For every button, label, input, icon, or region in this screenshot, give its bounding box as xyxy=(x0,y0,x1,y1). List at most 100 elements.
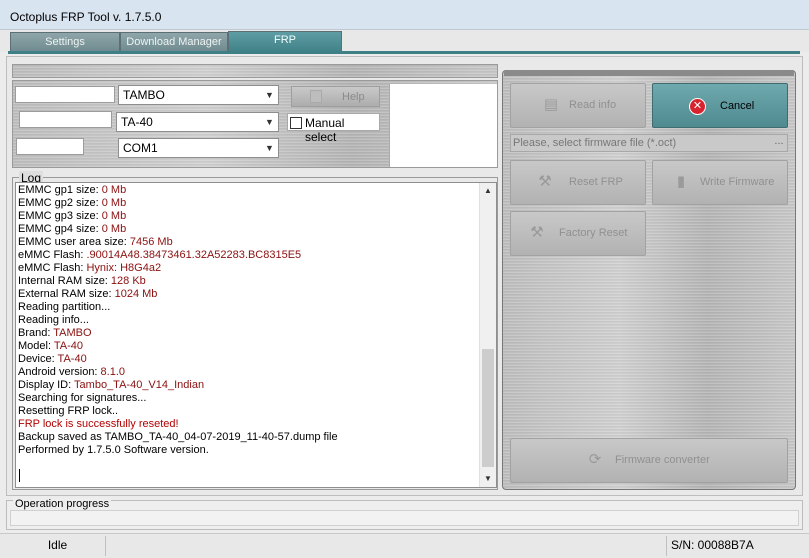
log-value: 0 Mb xyxy=(101,210,127,222)
firmware-file-input[interactable]: Please, select firmware file (*.oct) ... xyxy=(510,134,788,152)
status-bar: Idle S/N: 00088B7A xyxy=(0,533,809,558)
tab-bar: Settings Download Manager FRP xyxy=(0,30,809,53)
manual-select-label: Manual select xyxy=(305,116,345,144)
cancel-button[interactable]: ✕ Cancel xyxy=(652,83,788,128)
log-value: TAMBO xyxy=(53,327,92,339)
log-textarea[interactable]: EMMC gp1 size: 0 Mb EMMC gp2 size: 0 Mb EM… xyxy=(15,182,497,488)
factory-reset-label: Factory Reset xyxy=(559,227,628,239)
firmware-file-placeholder: Please, select firmware file (*.oct) xyxy=(513,137,677,149)
log-line: eMMC Flash: .90014A48.38473461.32A52283.… xyxy=(18,249,338,262)
log-value: 0 Mb xyxy=(101,197,127,209)
log-line: Reading info... xyxy=(18,314,338,327)
chip-icon: ▮ xyxy=(676,173,686,190)
text-caret xyxy=(19,469,20,482)
log-line: Backup saved as TAMBO_TA-40_04-07-2019_1… xyxy=(18,431,338,444)
wrench-icon: ⚒ xyxy=(530,224,544,241)
close-icon: ✕ xyxy=(689,98,706,115)
log-key: Display ID: xyxy=(18,379,75,391)
help-button-label: Help xyxy=(342,91,365,103)
log-value: TA-40 xyxy=(57,353,87,365)
log-value: .90014A48.38473461.32A52283.BC8315E5 xyxy=(86,249,302,261)
cancel-label: Cancel xyxy=(720,100,755,112)
log-key: EMMC gp4 size: xyxy=(18,223,102,235)
log-lines: EMMC gp1 size: 0 Mb EMMC gp2 size: 0 Mb EM… xyxy=(18,184,338,457)
tab-frp[interactable]: FRP xyxy=(228,31,342,53)
browse-button[interactable]: ... xyxy=(771,135,787,151)
log-line: Internal RAM size: 128 Kb xyxy=(18,275,338,288)
log-key: Device: xyxy=(18,353,58,365)
firmware-converter-label: Firmware converter xyxy=(615,454,710,466)
read-info-label: Read info xyxy=(569,99,617,111)
log-key: Model: xyxy=(18,340,54,352)
log-key: Resetting FRP lock.. xyxy=(18,405,119,417)
checkbox-box[interactable] xyxy=(290,117,302,129)
log-value: 7456 Mb xyxy=(129,236,173,248)
brand-select[interactable]: TAMBO ▼ xyxy=(118,85,279,105)
log-key: Brand: xyxy=(18,327,54,339)
log-value: 0 Mb xyxy=(101,223,127,235)
log-line: eMMC Flash: Hynix: H8G4a2 xyxy=(18,262,338,275)
log-line: Display ID: Tambo_TA-40_V14_Indian xyxy=(18,379,338,392)
port-select-value: COM1 xyxy=(123,141,158,155)
log-key: Backup saved as TAMBO_TA-40_04-07-2019_1… xyxy=(18,431,338,443)
log-key: Performed by 1.7.5.0 Software version. xyxy=(18,444,209,456)
manual-select-checkbox[interactable]: Manual select xyxy=(287,113,380,144)
log-line: EMMC gp4 size: 0 Mb xyxy=(18,223,338,236)
log-line: Android version: 8.1.0 xyxy=(18,366,338,379)
help-icon xyxy=(310,90,322,103)
log-line: Performed by 1.7.5.0 Software version. xyxy=(18,444,338,457)
write-firmware-label: Write Firmware xyxy=(700,176,775,188)
log-value: Hynix: H8G4a2 xyxy=(86,262,162,274)
scroll-thumb[interactable] xyxy=(482,349,494,467)
log-line: External RAM size: 1024 Mb xyxy=(18,288,338,301)
log-key: EMMC user area size: xyxy=(18,236,130,248)
write-firmware-button[interactable]: ▮ Write Firmware xyxy=(652,160,788,205)
log-key: EMMC gp1 size: xyxy=(18,184,102,196)
help-button[interactable]: Help xyxy=(291,86,380,107)
read-info-button[interactable]: ▤ Read info xyxy=(510,83,646,128)
actions-panel xyxy=(502,70,796,490)
firmware-converter-button[interactable]: ⟳ Firmware converter xyxy=(510,438,788,483)
tab-settings[interactable]: Settings xyxy=(10,32,120,52)
log-key: eMMC Flash: xyxy=(18,249,87,261)
chevron-down-icon: ▼ xyxy=(265,143,274,153)
chevron-down-icon: ▼ xyxy=(265,90,274,100)
factory-reset-button[interactable]: ⚒ Factory Reset xyxy=(510,211,646,256)
actions-panel-header xyxy=(504,70,794,76)
log-key: Android version: xyxy=(18,366,101,378)
window-title: Octoplus FRP Tool v. 1.7.5.0 xyxy=(10,10,162,24)
log-value: FRP lock is successfully reseted! xyxy=(18,418,179,430)
log-line: EMMC gp2 size: 0 Mb xyxy=(18,197,338,210)
log-line: EMMC gp1 size: 0 Mb xyxy=(18,184,338,197)
log-line: EMMC gp3 size: 0 Mb xyxy=(18,210,338,223)
log-scrollbar[interactable]: ▲ ▼ xyxy=(479,183,496,487)
status-state: Idle xyxy=(10,536,106,556)
tab-underline xyxy=(8,51,800,54)
log-line: EMMC user area size: 7456 Mb xyxy=(18,236,338,249)
log-line: FRP lock is successfully reseted! xyxy=(18,418,338,431)
brand-select-value: TAMBO xyxy=(123,88,165,102)
log-value: Tambo_TA-40_V14_Indian xyxy=(74,379,205,391)
refresh-icon: ⟳ xyxy=(588,451,602,468)
reset-frp-button[interactable]: ⚒ Reset FRP xyxy=(510,160,646,205)
port-label-box xyxy=(16,138,84,155)
top-strip xyxy=(12,64,498,78)
log-key: Internal RAM size: xyxy=(18,275,111,287)
tab-download-manager[interactable]: Download Manager xyxy=(120,32,228,52)
scroll-down-icon[interactable]: ▼ xyxy=(480,471,496,487)
scroll-up-icon[interactable]: ▲ xyxy=(480,183,496,199)
model-select[interactable]: TA-40 ▼ xyxy=(116,112,279,132)
port-select[interactable]: COM1 ▼ xyxy=(118,138,279,158)
title-bar: Octoplus FRP Tool v. 1.7.5.0 xyxy=(0,0,809,30)
log-line: Searching for signatures... xyxy=(18,392,338,405)
log-value: 0 Mb xyxy=(101,184,127,196)
log-key: EMMC gp2 size: xyxy=(18,197,102,209)
document-icon: ▤ xyxy=(543,96,559,113)
log-key: EMMC gp3 size: xyxy=(18,210,102,222)
log-line: Resetting FRP lock.. xyxy=(18,405,338,418)
log-key: Reading partition... xyxy=(18,301,111,313)
log-key: Reading info... xyxy=(18,314,89,326)
log-value: 1024 Mb xyxy=(114,288,158,300)
wrench-icon: ⚒ xyxy=(538,173,552,190)
log-value: 8.1.0 xyxy=(100,366,126,378)
